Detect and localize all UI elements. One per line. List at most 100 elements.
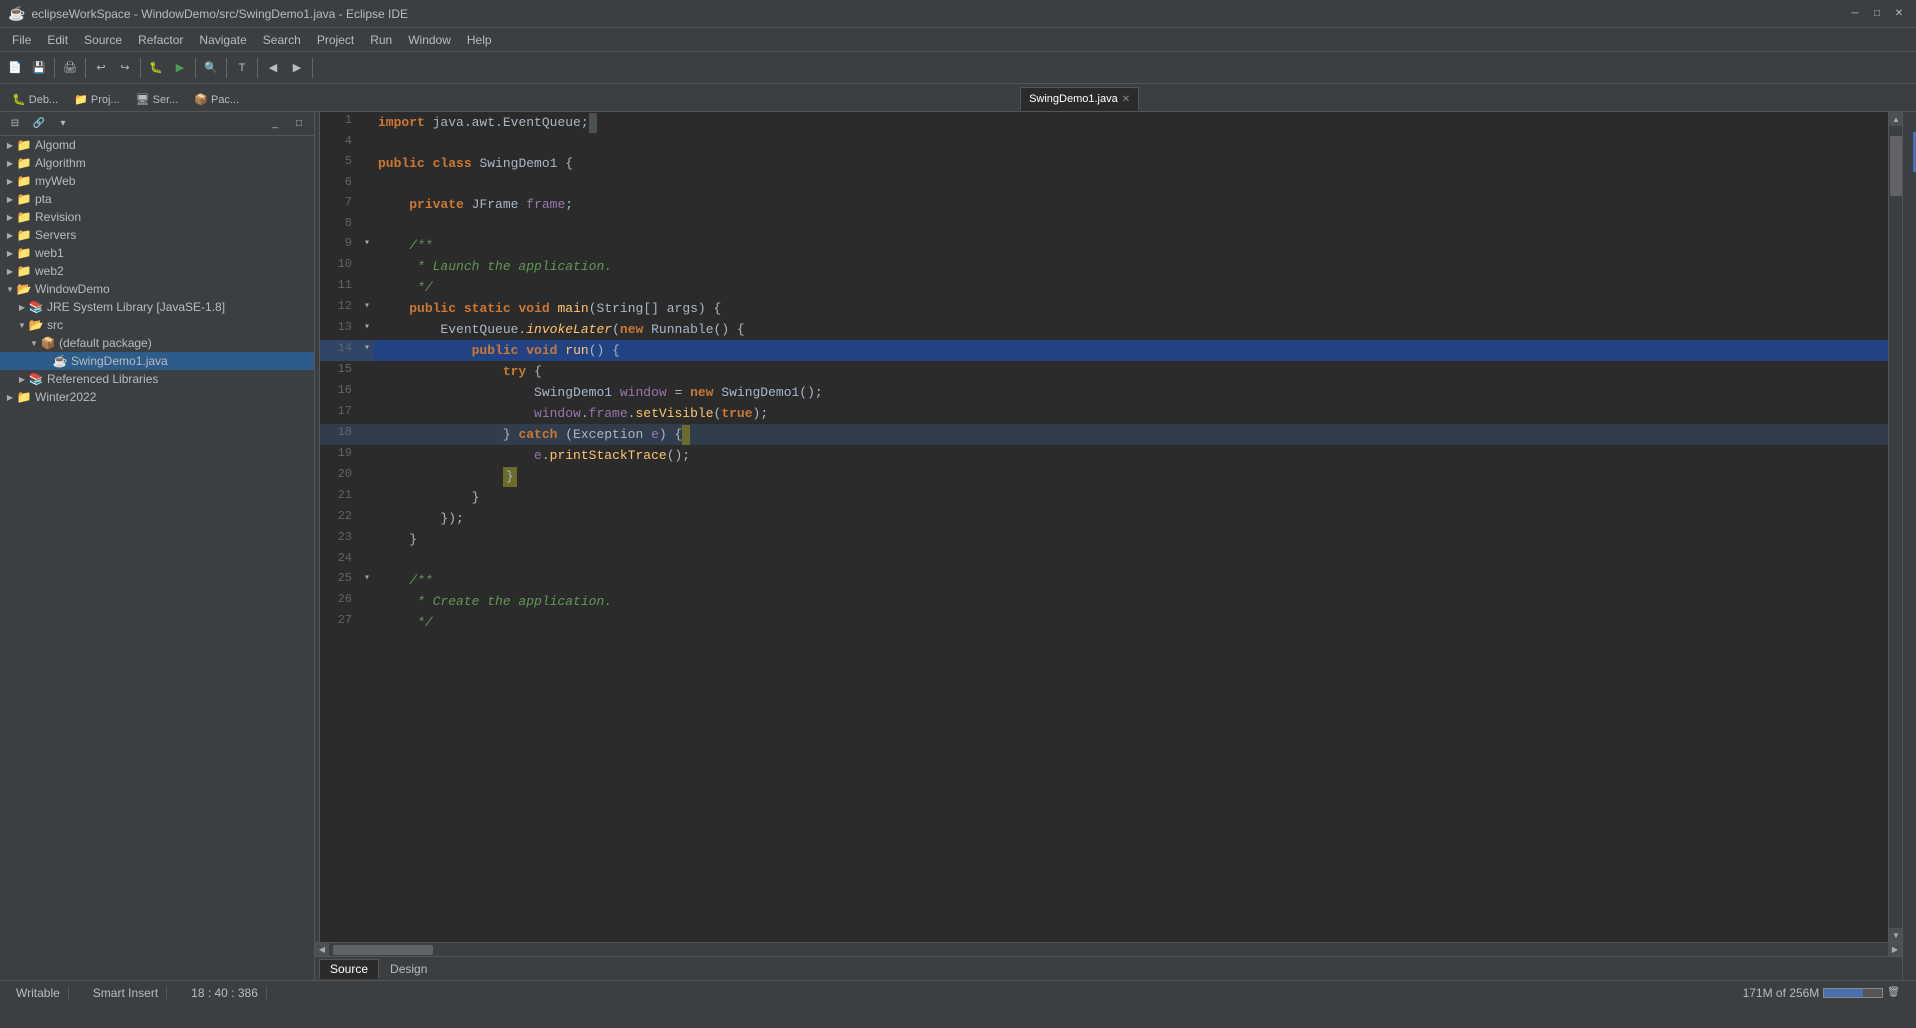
close-button[interactable]: ✕ [1890,5,1908,23]
line-code-11[interactable]: */ [374,277,1888,298]
prev-edit-button[interactable]: ◀ [262,57,284,79]
line-code-6[interactable] [374,174,1888,194]
line-code-18[interactable]: } catch (Exception e) { [374,424,1888,445]
line-num-5: 5 [320,153,360,174]
redo-button[interactable]: ↪ [114,57,136,79]
menu-search[interactable]: Search [255,31,309,49]
line-num-7: 7 [320,194,360,215]
tree-item-swingdemo1[interactable]: ☕ SwingDemo1.java [0,352,314,370]
save-button[interactable]: 💾 [28,57,50,79]
line-code-8[interactable] [374,215,1888,235]
scroll-left-button[interactable]: ◀ [315,943,329,957]
menu-help[interactable]: Help [459,31,500,49]
line-code-7[interactable]: private JFrame frame; [374,194,1888,215]
status-memory[interactable]: 171M of 256M 🗑 [1735,986,1908,1000]
view-menu-button[interactable]: ▾ [52,113,74,135]
tree-item-web1[interactable]: ▶ 📁 web1 [0,244,314,262]
line-code-4[interactable] [374,133,1888,153]
editor-scrollbar-vertical[interactable]: ▲ ▼ [1888,112,1902,942]
tree-item-servers[interactable]: ▶ 📁 Servers [0,226,314,244]
tree-item-winter2022[interactable]: ▶ 📁 Winter2022 [0,388,314,406]
menu-navigate[interactable]: Navigate [191,31,254,49]
icon-src: 📂 [28,317,44,333]
tree-item-referenced-libs[interactable]: ▶ 📚 Referenced Libraries [0,370,314,388]
tree-item-pta[interactable]: ▶ 📁 pta [0,190,314,208]
tab-source[interactable]: Source [319,959,379,979]
line-code-15[interactable]: try { [374,361,1888,382]
maximize-view-button[interactable]: □ [288,113,310,135]
tree-item-jre[interactable]: ▶ 📚 JRE System Library [JavaSE-1.8] [0,298,314,316]
line-code-21[interactable]: } [374,487,1888,508]
tree-item-default-package[interactable]: ▼ 📦 (default package) [0,334,314,352]
new-button[interactable]: 📄 [4,57,26,79]
line-marker-9[interactable]: ▾ [360,235,374,256]
collapse-all-button[interactable]: ⊟ [4,113,26,135]
undo-button[interactable]: ↩ [90,57,112,79]
line-marker-13[interactable]: ▾ [360,319,374,340]
print-button[interactable]: 🖨 [59,57,81,79]
view-tab-debug[interactable]: 🐛 Deb... [4,87,66,111]
next-edit-button[interactable]: ▶ [286,57,308,79]
memory-gc-icon[interactable]: 🗑 [1887,987,1900,998]
scroll-thumb-horizontal[interactable] [333,945,433,955]
line-code-17[interactable]: window.frame.setVisible(true); [374,403,1888,424]
scroll-down-button[interactable]: ▼ [1889,928,1902,942]
code-line-21: 21 } [320,487,1888,508]
line-code-14[interactable]: public void run() { [374,340,1888,361]
line-code-13[interactable]: EventQueue.invokeLater(new Runnable() { [374,319,1888,340]
debug-button[interactable]: 🐛 [145,57,167,79]
tree-item-windowdemo[interactable]: ▼ 📂 WindowDemo [0,280,314,298]
line-code-10[interactable]: * Launch the application. [374,256,1888,277]
editor-tab-close[interactable]: ✕ [1122,94,1130,105]
line-code-12[interactable]: public static void main(String[] args) { [374,298,1888,319]
view-tab-package[interactable]: 📦 Pac... [186,87,247,111]
minimize-view-button[interactable]: _ [264,113,286,135]
line-code-16[interactable]: SwingDemo1 window = new SwingDemo1(); [374,382,1888,403]
code-line-27: 27 */ [320,612,1888,633]
line-code-24[interactable] [374,550,1888,570]
tree-item-web2[interactable]: ▶ 📁 web2 [0,262,314,280]
tree-item-algomd[interactable]: ▶ 📁 Algomd [0,136,314,154]
line-code-19[interactable]: e.printStackTrace(); [374,445,1888,466]
view-tab-project[interactable]: 📁 Proj... [66,87,127,111]
tree-item-src[interactable]: ▼ 📂 src [0,316,314,334]
line-code-5[interactable]: public class SwingDemo1 { [374,153,1888,174]
scroll-right-button[interactable]: ▶ [1888,943,1902,957]
arrow-default-package: ▼ [28,337,40,349]
line-code-26[interactable]: * Create the application. [374,591,1888,612]
tree-item-myweb[interactable]: ▶ 📁 myWeb [0,172,314,190]
minimize-button[interactable]: ─ [1846,5,1864,23]
maximize-button[interactable]: □ [1868,5,1886,23]
line-code-9[interactable]: /** [374,235,1888,256]
menu-file[interactable]: File [4,31,39,49]
line-marker-14[interactable]: ▾ [360,340,374,361]
line-code-23[interactable]: } [374,529,1888,550]
link-editor-button[interactable]: 🔗 [28,113,50,135]
menu-edit[interactable]: Edit [39,31,76,49]
menu-window[interactable]: Window [400,31,459,49]
line-marker-12[interactable]: ▾ [360,298,374,319]
line-marker-25[interactable]: ▾ [360,570,374,591]
editor-scrollbar-horizontal[interactable]: ◀ ▶ [315,942,1902,956]
tree-item-algorithm[interactable]: ▶ 📁 Algorithm [0,154,314,172]
menu-source[interactable]: Source [76,31,130,49]
menu-refactor[interactable]: Refactor [130,31,191,49]
scroll-up-button[interactable]: ▲ [1889,112,1902,126]
search-button[interactable]: 🔍 [200,57,222,79]
run-button[interactable]: ▶ [169,57,191,79]
open-type-button[interactable]: T [231,57,253,79]
tree-item-revision[interactable]: ▶ 📁 Revision [0,208,314,226]
line-code-1[interactable]: import java.awt.EventQueue; [374,112,1888,133]
editor-tab-swingdemo1[interactable]: SwingDemo1.java ✕ [1020,87,1139,111]
code-editor[interactable]: 1 import java.awt.EventQueue; 4 5 [320,112,1888,942]
line-code-25[interactable]: /** [374,570,1888,591]
menu-run[interactable]: Run [362,31,400,49]
tab-design[interactable]: Design [379,959,438,979]
line-code-20[interactable]: } [374,466,1888,487]
scroll-thumb-vertical[interactable] [1890,136,1902,196]
menu-project[interactable]: Project [309,31,362,49]
view-tab-server[interactable]: 🖥 Ser... [128,87,187,111]
code-line-22: 22 }); [320,508,1888,529]
line-code-22[interactable]: }); [374,508,1888,529]
line-code-27[interactable]: */ [374,612,1888,633]
